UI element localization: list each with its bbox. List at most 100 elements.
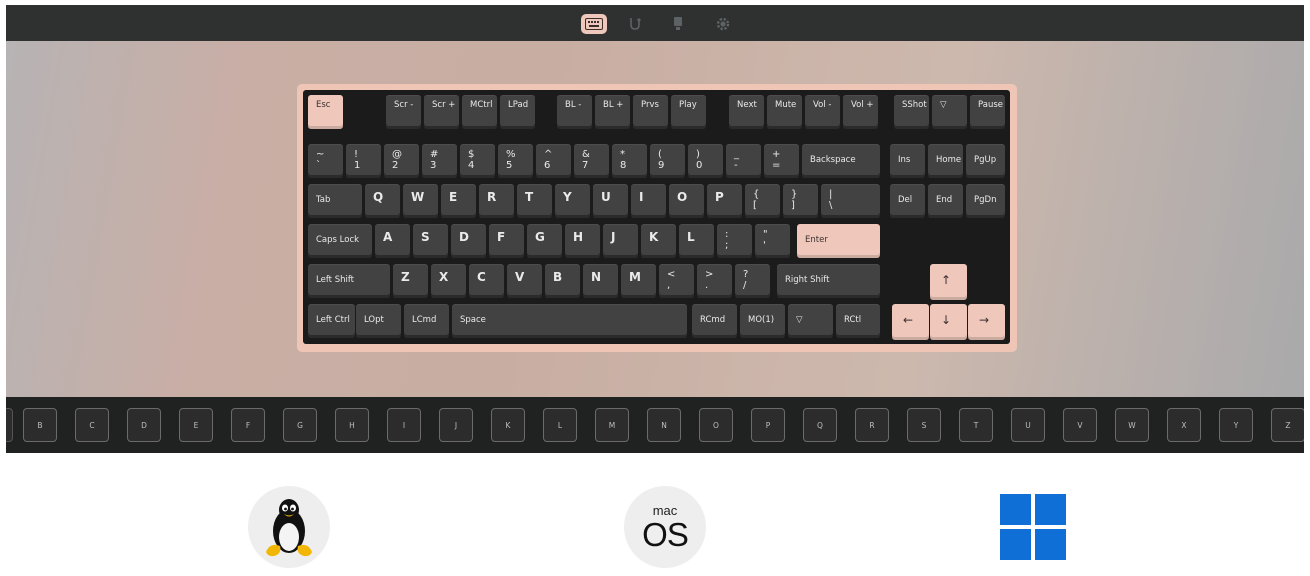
key-previous[interactable]: Prvs [633,95,668,129]
key-y[interactable]: Y [555,184,590,218]
key-slash[interactable]: ? / [735,264,770,298]
key-5[interactable]: % 5 [498,144,533,178]
macro-icon[interactable] [622,14,648,34]
strip-key[interactable]: L [543,408,577,442]
key-i[interactable]: I [631,184,666,218]
key-k[interactable]: K [641,224,676,258]
strip-key[interactable]: W [1115,408,1149,442]
key-f[interactable]: F [489,224,524,258]
key-transparent[interactable]: ▽ [932,95,967,129]
strip-key[interactable]: V [1063,408,1097,442]
key-backspace[interactable]: Backspace [802,144,880,178]
strip-key[interactable]: H [335,408,369,442]
key-9[interactable]: (9 [650,144,685,178]
key-tab[interactable]: Tab [308,184,362,218]
key-j[interactable]: J [603,224,638,258]
keyboard-icon[interactable] [581,14,607,34]
key-left-shift[interactable]: Left Shift [308,264,390,298]
key-1[interactable]: ! 1 [346,144,381,178]
key-left-ctrl[interactable]: Left Ctrl [308,304,355,338]
key-7[interactable]: & 7 [574,144,609,178]
key-arrow-left[interactable]: ← [892,304,929,340]
key-s[interactable]: S [413,224,448,258]
key-w[interactable]: W [403,184,438,218]
strip-key[interactable]: Y [1219,408,1253,442]
key-z[interactable]: Z [393,264,428,298]
key-arrow-up[interactable]: ↑ [930,264,967,300]
key-right-ctrl[interactable]: RCtl [836,304,880,338]
key-mo1[interactable]: MO(1) [740,304,785,338]
key-2[interactable]: @2 [384,144,419,178]
key-grave[interactable]: ~ ` [308,144,343,178]
key-t[interactable]: T [517,184,552,218]
key-insert[interactable]: Ins [890,144,925,178]
strip-key[interactable]: I [387,408,421,442]
key-left-option[interactable]: LOpt [356,304,401,338]
key-n[interactable]: N [583,264,618,298]
key-next[interactable]: Next [729,95,764,129]
strip-key[interactable]: E [179,408,213,442]
key-end[interactable]: End [928,184,963,218]
key-b[interactable]: B [545,264,580,298]
key-arrow-down[interactable]: ↓ [930,304,967,340]
strip-key[interactable]: F [231,408,265,442]
key-backlight-up[interactable]: BL + [595,95,630,129]
key-play[interactable]: Play [671,95,706,129]
key-4[interactable]: $4 [460,144,495,178]
key-semicolon[interactable]: :; [717,224,752,258]
key-m[interactable]: M [621,264,656,298]
key-esc[interactable]: Esc [308,95,343,129]
strip-key[interactable]: R [855,408,889,442]
key-comma[interactable]: <, [659,264,694,298]
key-v[interactable]: V [507,264,542,298]
key-page-down[interactable]: PgDn [966,184,1005,218]
key-p[interactable]: P [707,184,742,218]
key-page-up[interactable]: PgUp [966,144,1005,178]
key-left-command[interactable]: LCmd [404,304,449,338]
key-o[interactable]: O [669,184,704,218]
key-arrow-right[interactable]: → [968,304,1005,340]
key-6[interactable]: ^ 6 [536,144,571,178]
key-mute[interactable]: Mute [767,95,802,129]
key-caps-lock[interactable]: Caps Lock [308,224,372,258]
key-transparent-2[interactable]: ▽ [788,304,833,338]
key-g[interactable]: G [527,224,562,258]
key-backslash[interactable]: | \ [821,184,880,218]
strip-key[interactable]: P [751,408,785,442]
key-0[interactable]: ) 0 [688,144,723,178]
strip-key[interactable]: X [1167,408,1201,442]
key-launchpad[interactable]: LPad [500,95,535,129]
key-right-shift[interactable]: Right Shift [777,264,880,298]
key-right-command[interactable]: RCmd [692,304,737,338]
key-x[interactable]: X [431,264,466,298]
strip-key[interactable]: C [75,408,109,442]
key-r[interactable]: R [479,184,514,218]
settings-icon[interactable] [710,14,736,34]
strip-key[interactable]: D [127,408,161,442]
strip-key[interactable]: T [959,408,993,442]
key-d[interactable]: D [451,224,486,258]
strip-key[interactable]: B [23,408,57,442]
strip-key[interactable]: U [1011,408,1045,442]
lighting-icon[interactable] [665,14,691,34]
key-screen-bright[interactable]: Scr + [424,95,459,129]
strip-key[interactable]: Z [1271,408,1304,442]
strip-key[interactable]: O [699,408,733,442]
key-minus[interactable]: _ - [726,144,761,178]
strip-key[interactable]: Q [803,408,837,442]
key-pause[interactable]: Pause [970,95,1005,129]
key-l[interactable]: L [679,224,714,258]
strip-key[interactable]: K [491,408,525,442]
key-delete[interactable]: Del [890,184,925,218]
key-backlight-down[interactable]: BL - [557,95,592,129]
key-quote[interactable]: " ' [755,224,790,258]
key-screenshot[interactable]: SShot [894,95,929,129]
key-c[interactable]: C [469,264,504,298]
key-equal[interactable]: + = [764,144,799,178]
key-volume-down[interactable]: Vol - [805,95,840,129]
key-period[interactable]: >. [697,264,732,298]
key-8[interactable]: * 8 [612,144,647,178]
strip-key[interactable]: N [647,408,681,442]
key-mission-control[interactable]: MCtrl [462,95,497,129]
strip-key[interactable]: M [595,408,629,442]
